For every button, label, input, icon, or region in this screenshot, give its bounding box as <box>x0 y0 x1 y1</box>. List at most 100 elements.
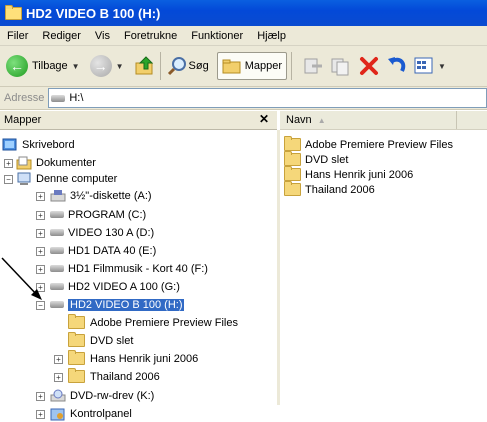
folders-icon <box>222 59 241 74</box>
expand-icon[interactable]: + <box>54 373 63 382</box>
tree-item-label: HD1 Filmmusik - Kort 40 (F:) <box>68 262 208 275</box>
views-button[interactable]: ▼ <box>414 57 446 75</box>
views-dropdown-icon[interactable]: ▼ <box>438 62 446 71</box>
expand-icon[interactable]: + <box>36 265 45 274</box>
hard-drive-icon <box>50 265 64 272</box>
collapse-icon[interactable]: − <box>4 175 13 184</box>
menu-rediger[interactable]: Rediger <box>35 30 88 42</box>
tree-item-label: Dokumenter <box>36 156 96 169</box>
tree-item-documents[interactable]: Dokumenter <box>16 154 96 171</box>
delete-button[interactable] <box>358 55 380 77</box>
forward-button[interactable]: → ▼ <box>89 55 124 77</box>
folder-icon <box>284 181 301 196</box>
list-item[interactable]: Adobe Premiere Preview Files <box>284 136 453 152</box>
control-panel-icon <box>50 408 65 420</box>
column-name-label: Navn <box>286 114 312 126</box>
collapse-icon[interactable]: − <box>36 301 45 310</box>
expand-icon[interactable]: + <box>54 355 63 364</box>
tree-item-drive-h[interactable]: HD2 VIDEO B 100 (H:) <box>50 296 185 313</box>
tree-item-desktop[interactable]: Skrivebord <box>2 136 75 153</box>
back-dropdown-icon[interactable]: ▼ <box>72 62 80 71</box>
views-icon <box>414 57 433 74</box>
tree-item-label: Adobe Premiere Preview Files <box>90 316 238 329</box>
list-item-label: Adobe Premiere Preview Files <box>305 138 453 151</box>
menu-hjaelp[interactable]: Hjælp <box>250 30 293 42</box>
folder-icon <box>68 314 85 329</box>
address-input[interactable]: H:\ <box>48 88 487 108</box>
folders-button[interactable]: Mapper <box>216 52 287 80</box>
tree-item-floppy[interactable]: 3½"-diskette (A:) <box>50 187 152 204</box>
documents-folder-icon <box>16 156 32 169</box>
tree-item-label: Denne computer <box>36 172 118 185</box>
back-button[interactable]: ← Tilbage ▼ <box>6 55 80 77</box>
up-button[interactable] <box>134 55 156 77</box>
tree-item-label: HD1 DATA 40 (E:) <box>68 244 157 257</box>
menu-foretrukne[interactable]: Foretrukne <box>117 30 184 42</box>
column-header: Navn ▲ <box>280 111 487 130</box>
address-bar: Adresse H:\ <box>0 87 487 110</box>
tree-item-drive-f[interactable]: HD1 Filmmusik - Kort 40 (F:) <box>50 260 208 277</box>
folder-icon <box>284 136 301 151</box>
menu-vis[interactable]: Vis <box>88 30 117 42</box>
tree-item-drive-c[interactable]: PROGRAM (C:) <box>50 206 146 223</box>
tree-item-label: 3½"-diskette (A:) <box>70 189 152 202</box>
toolbar: ← Tilbage ▼ → ▼ Søg Mapper ▼ <box>0 46 487 87</box>
tree-item-thailand[interactable]: Thailand 2006 <box>68 368 160 385</box>
hard-drive-icon <box>50 247 64 254</box>
expand-icon[interactable]: + <box>36 211 45 220</box>
menu-funktioner[interactable]: Funktioner <box>184 30 250 42</box>
forward-dropdown-icon[interactable]: ▼ <box>116 62 124 71</box>
copy-to-icon <box>331 58 349 76</box>
list-item[interactable]: Hans Henrik juni 2006 <box>284 166 414 182</box>
folder-icon <box>68 368 85 383</box>
folder-tree: Skrivebord + Dokumenter − Denne computer… <box>0 130 280 420</box>
tree-item-label: HD2 VIDEO A 100 (G:) <box>68 280 180 293</box>
address-label: Adresse <box>4 92 45 104</box>
address-value: H:\ <box>69 92 84 104</box>
folders-label: Mapper <box>244 60 282 72</box>
expand-icon[interactable]: + <box>36 392 45 401</box>
column-header-name[interactable]: Navn ▲ <box>280 111 457 129</box>
close-icon[interactable]: ✕ <box>259 112 269 126</box>
undo-button[interactable] <box>386 55 408 77</box>
move-to-button[interactable] <box>302 56 324 76</box>
tree-item-label: Skrivebord <box>22 138 75 151</box>
expand-icon[interactable]: + <box>4 159 13 168</box>
tree-item-control-panel[interactable]: Kontrolpanel <box>50 405 132 422</box>
tree-item-drive-d[interactable]: VIDEO 130 A (D:) <box>50 224 154 241</box>
tree-item-label: PROGRAM (C:) <box>68 208 147 221</box>
folder-icon <box>68 350 85 365</box>
dvd-drive-icon <box>50 389 66 401</box>
folder-icon <box>68 332 85 347</box>
tree-item-adobe-premiere[interactable]: Adobe Premiere Preview Files <box>68 314 238 331</box>
computer-icon <box>17 172 31 185</box>
tree-item-my-computer[interactable]: Denne computer <box>16 170 117 187</box>
tree-item-label: Hans Henrik juni 2006 <box>90 352 199 365</box>
menu-filer[interactable]: Filer <box>0 30 35 42</box>
expand-icon[interactable]: + <box>36 247 45 256</box>
search-button[interactable]: Søg <box>167 56 209 76</box>
window-title: HD2 VIDEO B 100 (H:) <box>26 5 161 21</box>
list-item-label: Hans Henrik juni 2006 <box>305 168 414 181</box>
tree-item-dvd-slet[interactable]: DVD slet <box>68 332 133 349</box>
tree-item-drive-g[interactable]: HD2 VIDEO A 100 (G:) <box>50 278 180 295</box>
list-item-label: Thailand 2006 <box>305 183 375 196</box>
tree-item-label: Thailand 2006 <box>90 370 160 383</box>
back-arrow-icon: ← <box>6 55 28 77</box>
list-item[interactable]: DVD slet <box>284 151 348 167</box>
list-item[interactable]: Thailand 2006 <box>284 181 375 197</box>
folders-pane-header: Mapper ✕ <box>0 111 277 130</box>
copy-to-button[interactable] <box>330 56 352 76</box>
title-bar: HD2 VIDEO B 100 (H:) <box>0 0 487 26</box>
tree-item-dvd-drive[interactable]: DVD-rw-drev (K:) <box>50 387 154 404</box>
expand-icon[interactable]: + <box>36 410 45 419</box>
tree-item-drive-e[interactable]: HD1 DATA 40 (E:) <box>50 242 156 259</box>
hard-drive-icon <box>50 229 64 236</box>
expand-icon[interactable]: + <box>36 192 45 201</box>
hard-drive-icon <box>50 211 64 218</box>
tree-item-hans-henrik[interactable]: Hans Henrik juni 2006 <box>68 350 198 367</box>
file-list-pane: Navn ▲ Adobe Premiere Preview Files DVD … <box>280 111 487 405</box>
expand-icon[interactable]: + <box>36 283 45 292</box>
sort-ascending-icon: ▲ <box>317 115 326 125</box>
expand-icon[interactable]: + <box>36 229 45 238</box>
